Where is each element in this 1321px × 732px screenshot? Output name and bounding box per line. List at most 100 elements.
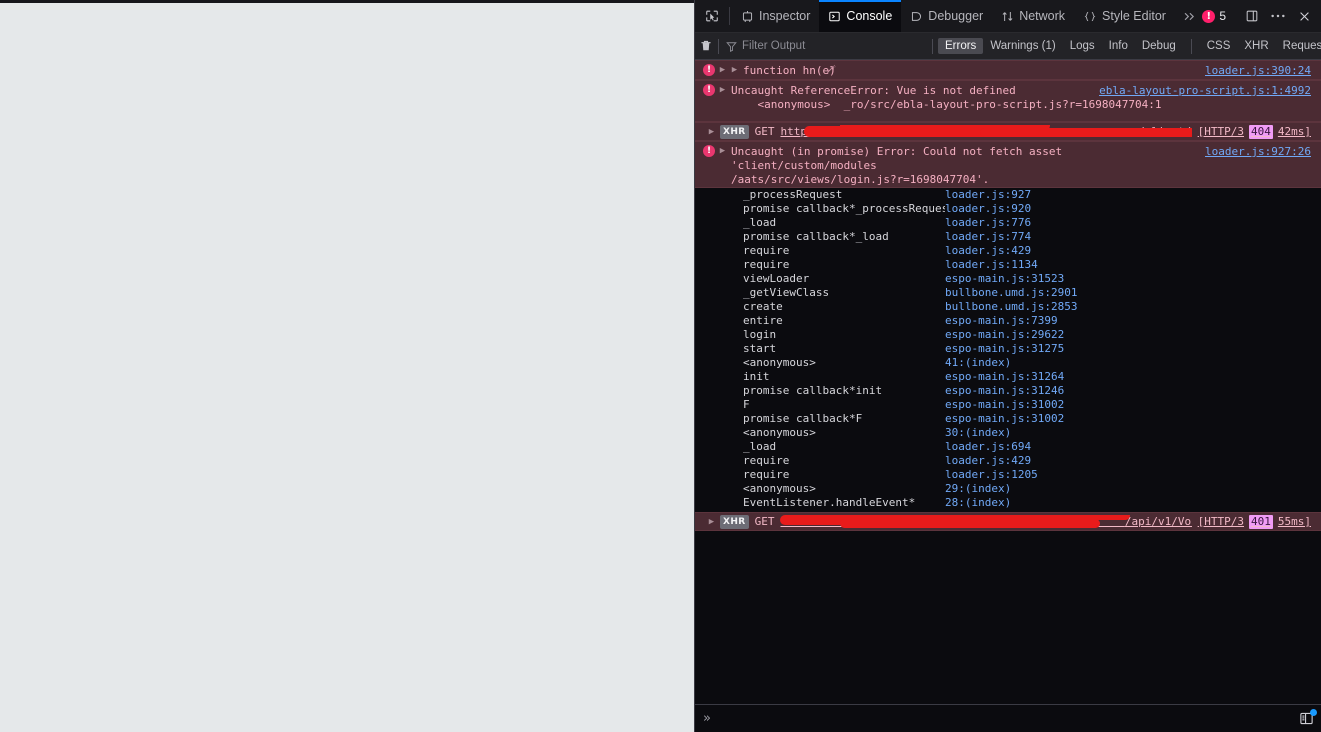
tab-inspector[interactable]: Inspector xyxy=(732,0,819,32)
stack-frame[interactable]: <anonymous> 41:(index) xyxy=(695,356,1321,370)
stack-frame[interactable]: _processRequest loader.js:927 xyxy=(695,188,1321,202)
message-gutter: ▶ xyxy=(695,515,720,528)
stack-frame-location[interactable]: loader.js:774 xyxy=(945,230,1031,244)
element-picker-icon[interactable] xyxy=(695,0,727,32)
tab-console[interactable]: Console xyxy=(819,0,901,32)
filter-input[interactable] xyxy=(742,40,902,52)
expand-caret-icon[interactable]: ▶ xyxy=(718,84,727,96)
stack-frame-location[interactable]: bullbone.umd.js:2853 xyxy=(945,300,1077,314)
stack-frame-location[interactable]: espo-main.js:31523 xyxy=(945,272,1064,286)
stack-frame[interactable]: login espo-main.js:29622 xyxy=(695,328,1321,342)
page-blank-content xyxy=(0,3,694,732)
stack-frame[interactable]: _load loader.js:694 xyxy=(695,440,1321,454)
source-link[interactable]: loader.js:927:26 xyxy=(1205,145,1317,159)
expand-caret-icon[interactable]: ▶ xyxy=(718,145,727,157)
stack-frame-location[interactable]: espo-main.js:31246 xyxy=(945,384,1064,398)
tab-style-editor[interactable]: Style Editor xyxy=(1074,0,1175,32)
filter-button-warnings[interactable]: Warnings (1) xyxy=(983,38,1062,54)
stack-frame[interactable]: F espo-main.js:31002 xyxy=(695,398,1321,412)
tab-debugger[interactable]: Debugger xyxy=(901,0,992,32)
status-badge: 404 xyxy=(1249,125,1273,139)
stack-frame-location[interactable]: espo-main.js:31002 xyxy=(945,398,1064,412)
stack-frame[interactable]: require loader.js:1134 xyxy=(695,258,1321,272)
stack-frame-location[interactable]: espo-main.js:29622 xyxy=(945,328,1064,342)
stack-frame-location[interactable]: loader.js:1205 xyxy=(945,468,1038,482)
stack-frame[interactable]: promise callback*_load loader.js:774 xyxy=(695,230,1321,244)
stack-frame[interactable]: <anonymous> 30:(index) xyxy=(695,426,1321,440)
request-url[interactable]: https: /client/custom/modules/aats/_ xyxy=(780,125,1191,139)
stack-frame-location[interactable]: 28:(index) xyxy=(945,496,1011,510)
filter-button-css[interactable]: CSS xyxy=(1200,38,1238,54)
more-options-icon[interactable] xyxy=(1265,3,1291,29)
stack-frame-location[interactable]: bullbone.umd.js:2901 xyxy=(945,286,1077,300)
expand-caret-icon-2[interactable]: ▶ xyxy=(730,64,739,76)
stack-frame-location[interactable]: 41:(index) xyxy=(945,356,1011,370)
stack-frame-location[interactable]: loader.js:1134 xyxy=(945,258,1038,272)
stack-frame[interactable]: promise callback*F espo-main.js:31002 xyxy=(695,412,1321,426)
devtools-tabbar: Inspector Console xyxy=(695,0,1321,33)
stack-frame[interactable]: init espo-main.js:31264 xyxy=(695,370,1321,384)
expand-caret-icon[interactable]: ▶ xyxy=(718,64,727,76)
stack-frame-location[interactable]: 29:(index) xyxy=(945,482,1011,496)
request-meta[interactable]: [HTTP/3 401 55ms] xyxy=(1198,515,1317,529)
console-message-network[interactable]: ▶ XHR GET /api/v1/VoipEvent/action/kee_ xyxy=(695,512,1321,531)
stack-frame-location[interactable]: loader.js:429 xyxy=(945,454,1031,468)
stack-frame-location[interactable]: loader.js:927 xyxy=(945,188,1031,202)
close-icon[interactable] xyxy=(1291,3,1317,29)
request-meta[interactable]: [HTTP/3 404 42ms] xyxy=(1198,125,1317,139)
expand-caret-icon[interactable]: ▶ xyxy=(707,516,716,528)
stack-frame-function: _load xyxy=(743,440,945,454)
filter-button-xhr[interactable]: XHR xyxy=(1237,38,1275,54)
stack-frame-location[interactable]: loader.js:694 xyxy=(945,440,1031,454)
stack-frame-location[interactable]: 30:(index) xyxy=(945,426,1011,440)
stack-frame-location[interactable]: espo-main.js:31264 xyxy=(945,370,1064,384)
request-url[interactable]: /api/v1/VoipEvent/action/kee_ xyxy=(780,515,1191,529)
tab-network[interactable]: Network xyxy=(992,0,1074,32)
console-message-error[interactable]: ! ▶ Uncaught (in promise) Error: Could n… xyxy=(695,141,1321,188)
stack-frame[interactable]: require loader.js:429 xyxy=(695,454,1321,468)
console-input-row[interactable]: » xyxy=(695,704,1321,732)
source-link[interactable]: ebla-layout-pro-script.js:1:4992 xyxy=(1099,84,1317,98)
dock-to-side-icon[interactable] xyxy=(1239,3,1265,29)
console-message-error[interactable]: ! ▶ ▶ function hn(e) loader.js:390:24 xyxy=(695,60,1321,80)
stack-frame[interactable]: _getViewClass bullbone.umd.js:2901 xyxy=(695,286,1321,300)
xhr-badge: XHR xyxy=(720,515,749,529)
filter-button-requests[interactable]: Requests xyxy=(1276,38,1321,54)
stack-frame[interactable]: viewLoader espo-main.js:31523 xyxy=(695,272,1321,286)
trash-icon[interactable] xyxy=(699,35,713,57)
console-prompt-input[interactable] xyxy=(717,711,1295,726)
jump-to-definition-icon[interactable] xyxy=(825,64,836,75)
stack-frame-location[interactable]: loader.js:429 xyxy=(945,244,1031,258)
console-message-error[interactable]: ! ▶ Uncaught ReferenceError: Vue is not … xyxy=(695,80,1321,122)
split-console-editor-icon[interactable] xyxy=(1295,709,1317,729)
stack-frame[interactable]: promise callback*_processRequest loader.… xyxy=(695,202,1321,216)
filter-button-errors[interactable]: Errors xyxy=(938,38,983,54)
stack-frame-location[interactable]: espo-main.js:7399 xyxy=(945,314,1058,328)
network-request-body: XHR GET https: /client/custom/modules/aa… xyxy=(720,125,1317,139)
stack-frame-location[interactable]: espo-main.js:31275 xyxy=(945,342,1064,356)
stack-frame[interactable]: promise callback*init espo-main.js:31246 xyxy=(695,384,1321,398)
stack-frame-location[interactable]: espo-main.js:31002 xyxy=(945,412,1064,426)
console-output[interactable]: ! ▶ ▶ function hn(e) loader.js:390:24 xyxy=(695,60,1321,704)
filter-button-logs[interactable]: Logs xyxy=(1063,38,1102,54)
stack-frame-function: require xyxy=(743,454,945,468)
tab-style-editor-label: Style Editor xyxy=(1102,9,1166,23)
stack-frame[interactable]: EventListener.handleEvent* 28:(index) xyxy=(695,496,1321,510)
stack-frame[interactable]: require loader.js:429 xyxy=(695,244,1321,258)
stack-frame[interactable]: create bullbone.umd.js:2853 xyxy=(695,300,1321,314)
stack-frame[interactable]: require loader.js:1205 xyxy=(695,468,1321,482)
filter-input-group[interactable] xyxy=(724,40,916,52)
filter-button-debug[interactable]: Debug xyxy=(1135,38,1183,54)
stack-trace: _processRequest loader.js:927 promise ca… xyxy=(695,188,1321,512)
stack-frame[interactable]: _load loader.js:776 xyxy=(695,216,1321,230)
filter-button-info[interactable]: Info xyxy=(1102,38,1135,54)
stack-frame-location[interactable]: loader.js:920 xyxy=(945,202,1031,216)
stack-frame[interactable]: start espo-main.js:31275 xyxy=(695,342,1321,356)
stack-frame[interactable]: <anonymous> 29:(index) xyxy=(695,482,1321,496)
expand-caret-icon[interactable]: ▶ xyxy=(707,126,716,138)
stack-frame[interactable]: entire espo-main.js:7399 xyxy=(695,314,1321,328)
source-link[interactable]: loader.js:390:24 xyxy=(1205,64,1317,78)
stack-frame-location[interactable]: loader.js:776 xyxy=(945,216,1031,230)
console-message-network[interactable]: ▶ XHR GET https: /client/custom/modules/… xyxy=(695,122,1321,141)
error-count-badge[interactable]: ! 5 xyxy=(1194,9,1234,23)
